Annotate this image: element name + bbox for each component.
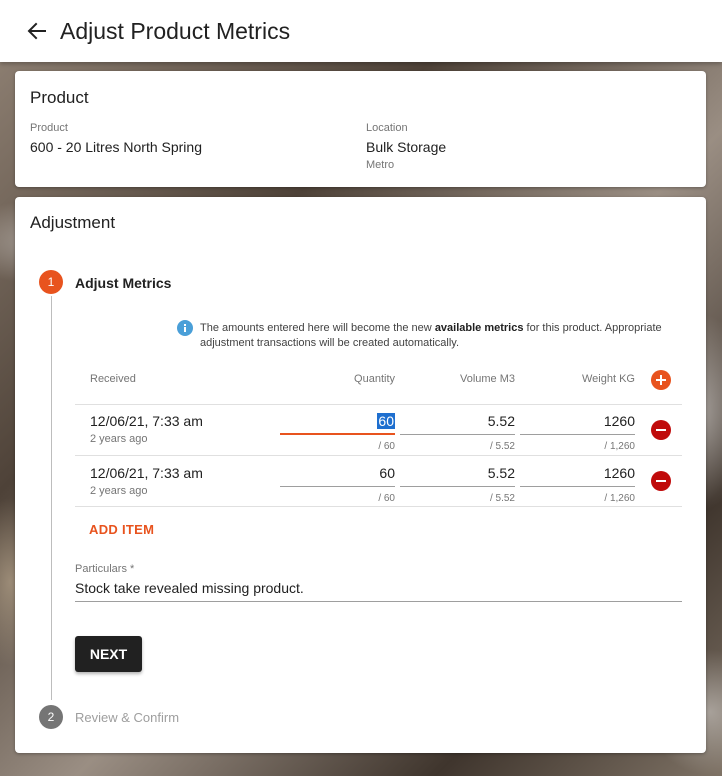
step-1-indicator: 1 [39,270,63,294]
minus-icon [656,429,666,431]
weight-hint: / 1,260 [604,441,635,452]
product-card-title: Product [30,88,89,107]
volume-hint: / 5.52 [489,441,515,452]
info-message-prefix: The amounts entered here will become the… [200,322,435,334]
quantity-input[interactable]: 60 [280,465,395,487]
page-title: Adjust Product Metrics [60,17,291,44]
header-volume: Volume M3 [459,373,515,385]
location-label: Location [366,122,408,134]
row-received-ago: 2 years ago [90,433,148,445]
row-divider [75,455,682,456]
weight-hint: / 1,260 [604,493,635,504]
row-received-date: 12/06/21, 7:33 am [90,465,203,481]
adjustment-card-title: Adjustment [30,213,116,232]
quantity-hint: / 60 [378,441,395,452]
header-weight: Weight KG [582,373,635,385]
volume-input[interactable]: 5.52 [400,465,515,487]
info-message-bold: available metrics [434,322,524,334]
adjustment-card: Adjustment 1 Adjust Metrics The amounts … [15,197,706,753]
particulars-label: Particulars * [75,563,135,575]
particulars-input[interactable]: Stock take revealed missing product. [75,578,682,602]
location-value: Bulk Storage [366,139,447,155]
header-received: Received [90,373,136,385]
back-button[interactable] [22,16,52,46]
plus-icon [656,375,666,385]
step-1-label[interactable]: Adjust Metrics [75,275,171,291]
stepper-connector [51,296,52,700]
next-button[interactable]: NEXT [75,636,142,672]
row-received-ago: 2 years ago [90,485,148,497]
add-row-button[interactable] [651,370,671,390]
header-quantity: Quantity [354,373,395,385]
quantity-input[interactable]: 60 [280,413,395,435]
product-value: 600 - 20 Litres North Spring [30,139,202,155]
quantity-input-value: 60 [377,413,395,429]
location-sub: Metro [366,159,395,171]
step-2-indicator: 2 [39,705,63,729]
product-label: Product [30,122,68,134]
table-header-divider [75,404,682,405]
quantity-hint: / 60 [378,493,395,504]
info-icon [177,320,193,336]
add-item-button[interactable]: ADD ITEM [89,522,154,537]
product-card: Product Product 600 - 20 Litres North Sp… [15,71,706,187]
remove-row-button[interactable] [651,420,671,440]
app-bar: Adjust Product Metrics [0,0,722,62]
remove-row-button[interactable] [651,471,671,491]
row-divider [75,506,682,507]
arrow-left-icon [27,22,46,40]
info-message: The amounts entered here will become the… [200,321,680,351]
minus-icon [656,480,666,482]
volume-input[interactable]: 5.52 [400,413,515,435]
weight-input[interactable]: 1260 [520,413,635,435]
step-2-label[interactable]: Review & Confirm [75,710,179,725]
volume-hint: / 5.52 [489,493,515,504]
weight-input[interactable]: 1260 [520,465,635,487]
row-received-date: 12/06/21, 7:33 am [90,413,203,429]
